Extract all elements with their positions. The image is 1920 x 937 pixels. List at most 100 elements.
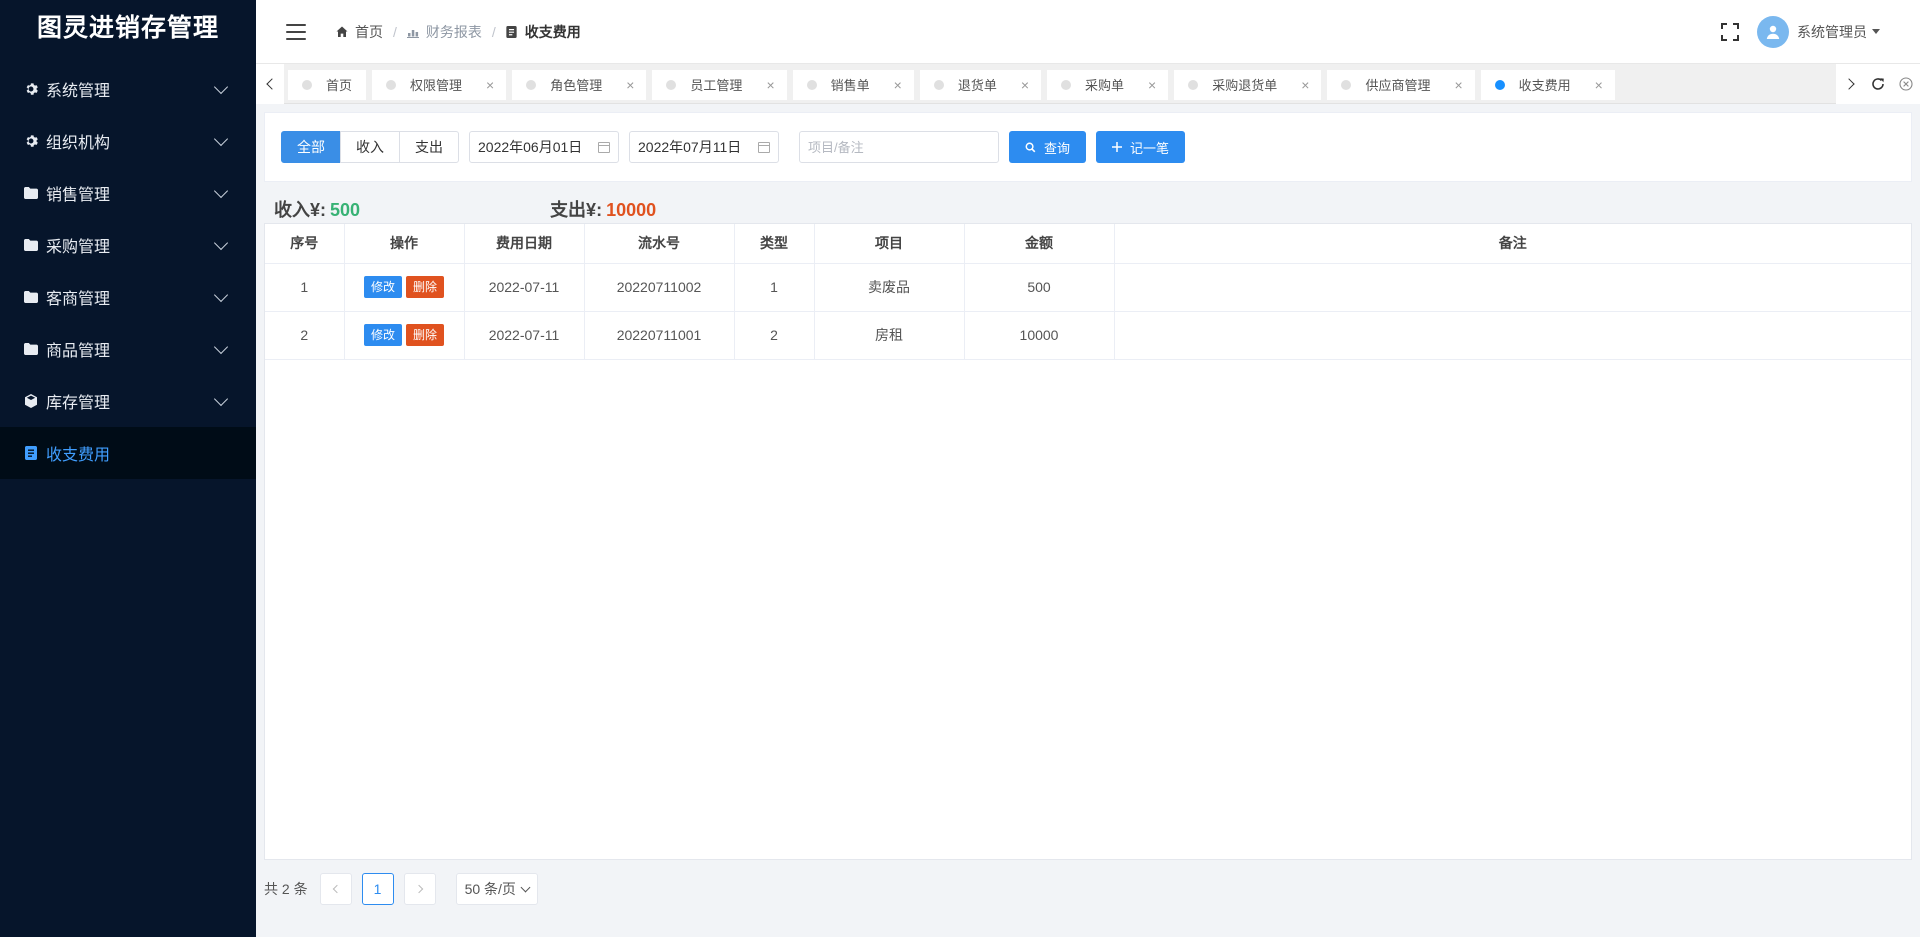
delete-button[interactable]: 删除 xyxy=(406,324,445,346)
folder-icon xyxy=(24,238,38,252)
edit-button[interactable]: 修改 xyxy=(363,324,402,346)
page-number-button[interactable]: 1 xyxy=(361,873,394,905)
next-page-button[interactable] xyxy=(403,873,436,905)
tab-permissions[interactable]: 权限管理 × xyxy=(372,69,507,100)
add-record-button[interactable]: 记一笔 xyxy=(1096,131,1186,163)
home-icon xyxy=(336,26,348,38)
cell-serial: 20220711001 xyxy=(584,311,735,360)
prev-page-button[interactable] xyxy=(319,873,352,905)
breadcrumb-finance-report[interactable]: 财务报表 xyxy=(406,22,482,42)
sidebar-item-purchase[interactable]: 采购管理 xyxy=(0,219,256,271)
chevron-right-icon xyxy=(1842,77,1855,90)
query-button[interactable]: 查询 xyxy=(1009,131,1087,163)
tabs-scroll-right-button[interactable] xyxy=(1836,64,1864,104)
app-logo-title: 图灵进销存管理 xyxy=(36,14,219,42)
tab-label: 退货单 xyxy=(957,78,997,93)
tab-roles[interactable]: 角色管理 × xyxy=(512,69,647,100)
column-header: 序号 xyxy=(265,224,345,264)
sidebar-item-organization[interactable]: 组织机构 xyxy=(0,115,256,167)
cell-amount: 10000 xyxy=(964,311,1115,360)
cell-date: 2022-07-11 xyxy=(464,263,585,312)
tab-purchase-order[interactable]: 采购单 × xyxy=(1047,69,1169,100)
sidebar-item-inventory[interactable]: 库存管理 xyxy=(0,375,256,427)
column-header: 操作 xyxy=(344,224,465,264)
totals-summary: 收入¥: 500 支出¥: 10000 xyxy=(274,196,656,222)
breadcrumb-label: 财务报表 xyxy=(425,23,482,40)
sidebar-item-label: 销售管理 xyxy=(46,187,111,204)
sidebar-item-merchants[interactable]: 客商管理 xyxy=(0,271,256,323)
close-icon[interactable]: × xyxy=(626,78,634,92)
tabs-scroll: 首页 权限管理 × 角色管理 × 员工管理 × 销售单 × 退货单 × 采购单 × 采购退货… xyxy=(284,64,1836,104)
close-icon[interactable]: × xyxy=(486,78,494,92)
pagination-total: 共 2 条 xyxy=(264,881,308,897)
folder-icon xyxy=(24,290,38,304)
close-all-tabs-button[interactable] xyxy=(1892,64,1920,104)
sidebar-item-products[interactable]: 商品管理 xyxy=(0,323,256,375)
chevron-down-icon xyxy=(213,183,229,199)
tab-return-order[interactable]: 退货单 × xyxy=(919,69,1042,100)
tab-suppliers[interactable]: 供应商管理 × xyxy=(1327,69,1475,100)
close-icon[interactable]: × xyxy=(1301,78,1309,92)
sidebar-item-label: 客商管理 xyxy=(46,291,111,308)
cell-item: 房租 xyxy=(814,311,965,360)
close-icon[interactable]: × xyxy=(1021,78,1029,92)
close-icon[interactable]: × xyxy=(1148,78,1156,92)
tab-employees[interactable]: 员工管理 × xyxy=(652,69,787,100)
close-icon[interactable]: × xyxy=(1454,78,1462,92)
menu-toggle-icon[interactable] xyxy=(286,23,306,40)
breadcrumb: 首页 / 财务报表 / 收支费用 xyxy=(336,22,581,42)
end-date-value: 2022年07月11日 xyxy=(638,139,742,155)
sidebar-item-expenses[interactable]: 收支费用 xyxy=(0,427,256,479)
end-date-picker[interactable]: 2022年07月11日 xyxy=(629,131,779,163)
cell-actions: 修改 删除 xyxy=(344,311,465,360)
refresh-button[interactable] xyxy=(1864,64,1892,104)
sidebar-item-system[interactable]: 系统管理 xyxy=(0,63,256,115)
tab-expenses[interactable]: 收支费用 × xyxy=(1480,69,1615,100)
tab-dot-icon xyxy=(1494,79,1505,90)
close-icon[interactable]: × xyxy=(894,78,902,92)
income-total-value: 500 xyxy=(330,200,361,220)
expense-total: 支出¥: 10000 xyxy=(550,196,656,222)
user-avatar-icon[interactable] xyxy=(1757,15,1789,48)
fullscreen-icon[interactable] xyxy=(1721,22,1739,41)
segment-expense[interactable]: 支出 xyxy=(399,131,459,163)
cell-item: 卖废品 xyxy=(814,263,965,312)
tab-label: 采购单 xyxy=(1085,78,1125,93)
breadcrumb-label: 收支费用 xyxy=(524,23,581,40)
segment-income[interactable]: 收入 xyxy=(340,131,400,163)
bar-chart-icon xyxy=(406,26,419,38)
top-header: 首页 / 财务报表 / 收支费用 系统管理员 xyxy=(256,0,1920,64)
tab-dot-icon xyxy=(386,79,397,90)
delete-button[interactable]: 删除 xyxy=(406,276,445,298)
edit-button[interactable]: 修改 xyxy=(363,276,402,298)
tabs-controls xyxy=(1836,63,1920,104)
close-icon[interactable]: × xyxy=(766,78,774,92)
sidebar-item-sales[interactable]: 销售管理 xyxy=(0,167,256,219)
expense-total-value: 10000 xyxy=(606,200,657,220)
start-date-picker[interactable]: 2022年06月01日 xyxy=(469,131,619,163)
tab-sales-order[interactable]: 销售单 × xyxy=(792,69,914,100)
cell-index: 1 xyxy=(265,263,345,312)
cube-icon xyxy=(24,394,38,408)
tab-purchase-return[interactable]: 采购退货单 × xyxy=(1174,69,1322,100)
document-icon xyxy=(24,446,38,460)
column-header: 费用日期 xyxy=(464,224,585,264)
tabs-scroll-left-button[interactable] xyxy=(256,63,284,104)
page-size-select[interactable]: 50 条/页 xyxy=(455,873,538,905)
tab-dot-icon xyxy=(302,79,312,90)
close-icon[interactable]: × xyxy=(1595,78,1603,92)
table-header-row: 序号 操作 费用日期 流水号 类型 项目 金额 备注 xyxy=(265,224,1911,264)
user-menu[interactable]: 系统管理员 xyxy=(1797,22,1880,42)
user-name: 系统管理员 xyxy=(1797,23,1867,40)
plus-icon xyxy=(1112,142,1123,152)
table-row: 2 修改 删除 2022-07-11 20220711001 2 房租 10000 xyxy=(265,311,1911,360)
segment-all[interactable]: 全部 xyxy=(281,131,341,163)
keyword-search-input[interactable] xyxy=(799,131,999,163)
income-total-label: 收入¥: xyxy=(274,200,327,220)
breadcrumb-home[interactable]: 首页 xyxy=(336,22,383,42)
tab-home[interactable]: 首页 xyxy=(288,69,367,100)
type-segmented-control: 全部 收入 支出 xyxy=(281,131,459,163)
chevron-right-icon xyxy=(414,884,423,894)
sidebar-item-label: 系统管理 xyxy=(46,83,111,100)
column-header: 项目 xyxy=(814,224,965,264)
